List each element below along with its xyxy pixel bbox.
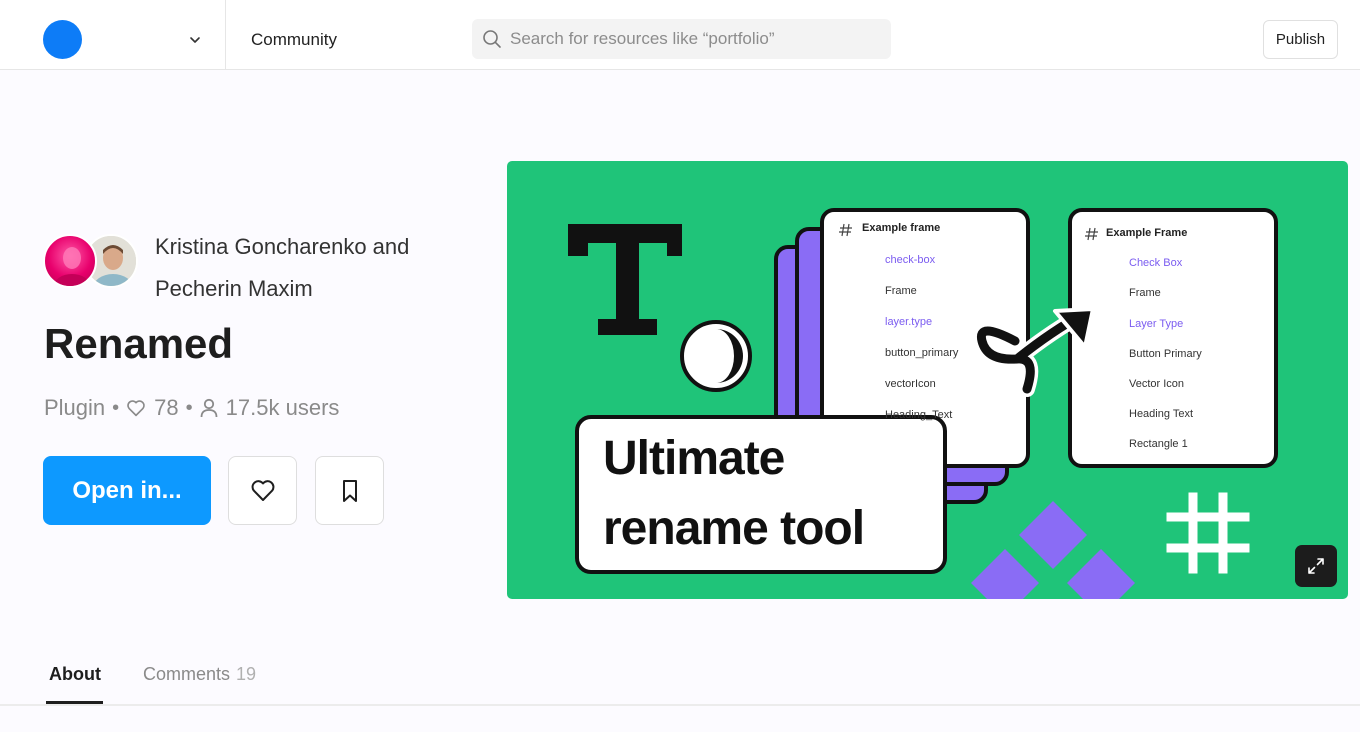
heart-icon [127, 400, 145, 417]
search-bar[interactable] [472, 19, 891, 59]
layer-name: button_primary [885, 347, 959, 359]
resource-meta: Plugin • 78 • 17.5k users [44, 394, 339, 422]
hero-caption-line2: rename tool [603, 502, 865, 555]
layer-name: Heading_Text [885, 409, 953, 421]
panel-left-header: Example frame [862, 222, 941, 234]
layer-name: layer.type [885, 316, 933, 328]
like-button[interactable] [228, 456, 297, 525]
layer-name: Rectangle 1 [1129, 438, 1188, 450]
like-count: 78 [154, 395, 179, 420]
layer-name: Heading Text [1129, 408, 1194, 420]
layer-name: Check Box [1129, 257, 1183, 269]
active-tab-indicator [46, 701, 103, 704]
search-input[interactable] [510, 19, 880, 59]
layer-name: Frame [885, 285, 917, 297]
layer-name: Button Primary [1129, 348, 1202, 360]
open-in-button[interactable]: Open in... [43, 456, 211, 525]
hero-image[interactable]: Example frame check-box Frame layer.type… [507, 161, 1348, 599]
search-icon [483, 30, 501, 48]
comments-count: 19 [236, 664, 257, 684]
separator-dot: • [185, 396, 193, 419]
layer-name: vectorIcon [885, 378, 936, 390]
panel-right-header: Example Frame [1106, 227, 1188, 239]
expand-button[interactable] [1295, 545, 1337, 587]
header-divider [225, 0, 226, 70]
user-count: 17.5k users [225, 395, 340, 420]
tab-bar: About Comments 19 [0, 650, 1360, 706]
publish-button[interactable]: Publish [1263, 20, 1338, 59]
layer-name: Vector Icon [1129, 378, 1185, 390]
tab-comments-label: Comments [143, 664, 231, 684]
layer-name: Layer Type [1129, 318, 1184, 330]
authors-text[interactable]: Kristina Goncharenko and Pecherin Maxim [155, 226, 475, 310]
nav-community-link[interactable]: Community [251, 30, 337, 50]
layer-name: check-box [885, 254, 936, 266]
resource-title: Renamed [44, 320, 234, 367]
workspace-logo[interactable] [43, 20, 82, 59]
hero-caption-line1: Ultimate [603, 432, 785, 485]
user-icon [200, 398, 218, 418]
heart-icon [251, 480, 275, 501]
top-bar: Community Publish [0, 0, 1360, 70]
layer-name: Frame [1129, 287, 1161, 299]
resource-type: Plugin [44, 395, 106, 420]
save-button[interactable] [315, 456, 384, 525]
tab-comments[interactable]: Comments 19 [143, 664, 256, 685]
chevron-down-icon[interactable] [186, 31, 204, 49]
bookmark-icon [343, 480, 357, 502]
avatar[interactable] [43, 234, 97, 288]
tab-about[interactable]: About [49, 664, 101, 685]
expand-icon [1308, 558, 1324, 574]
separator-dot: • [112, 396, 120, 419]
